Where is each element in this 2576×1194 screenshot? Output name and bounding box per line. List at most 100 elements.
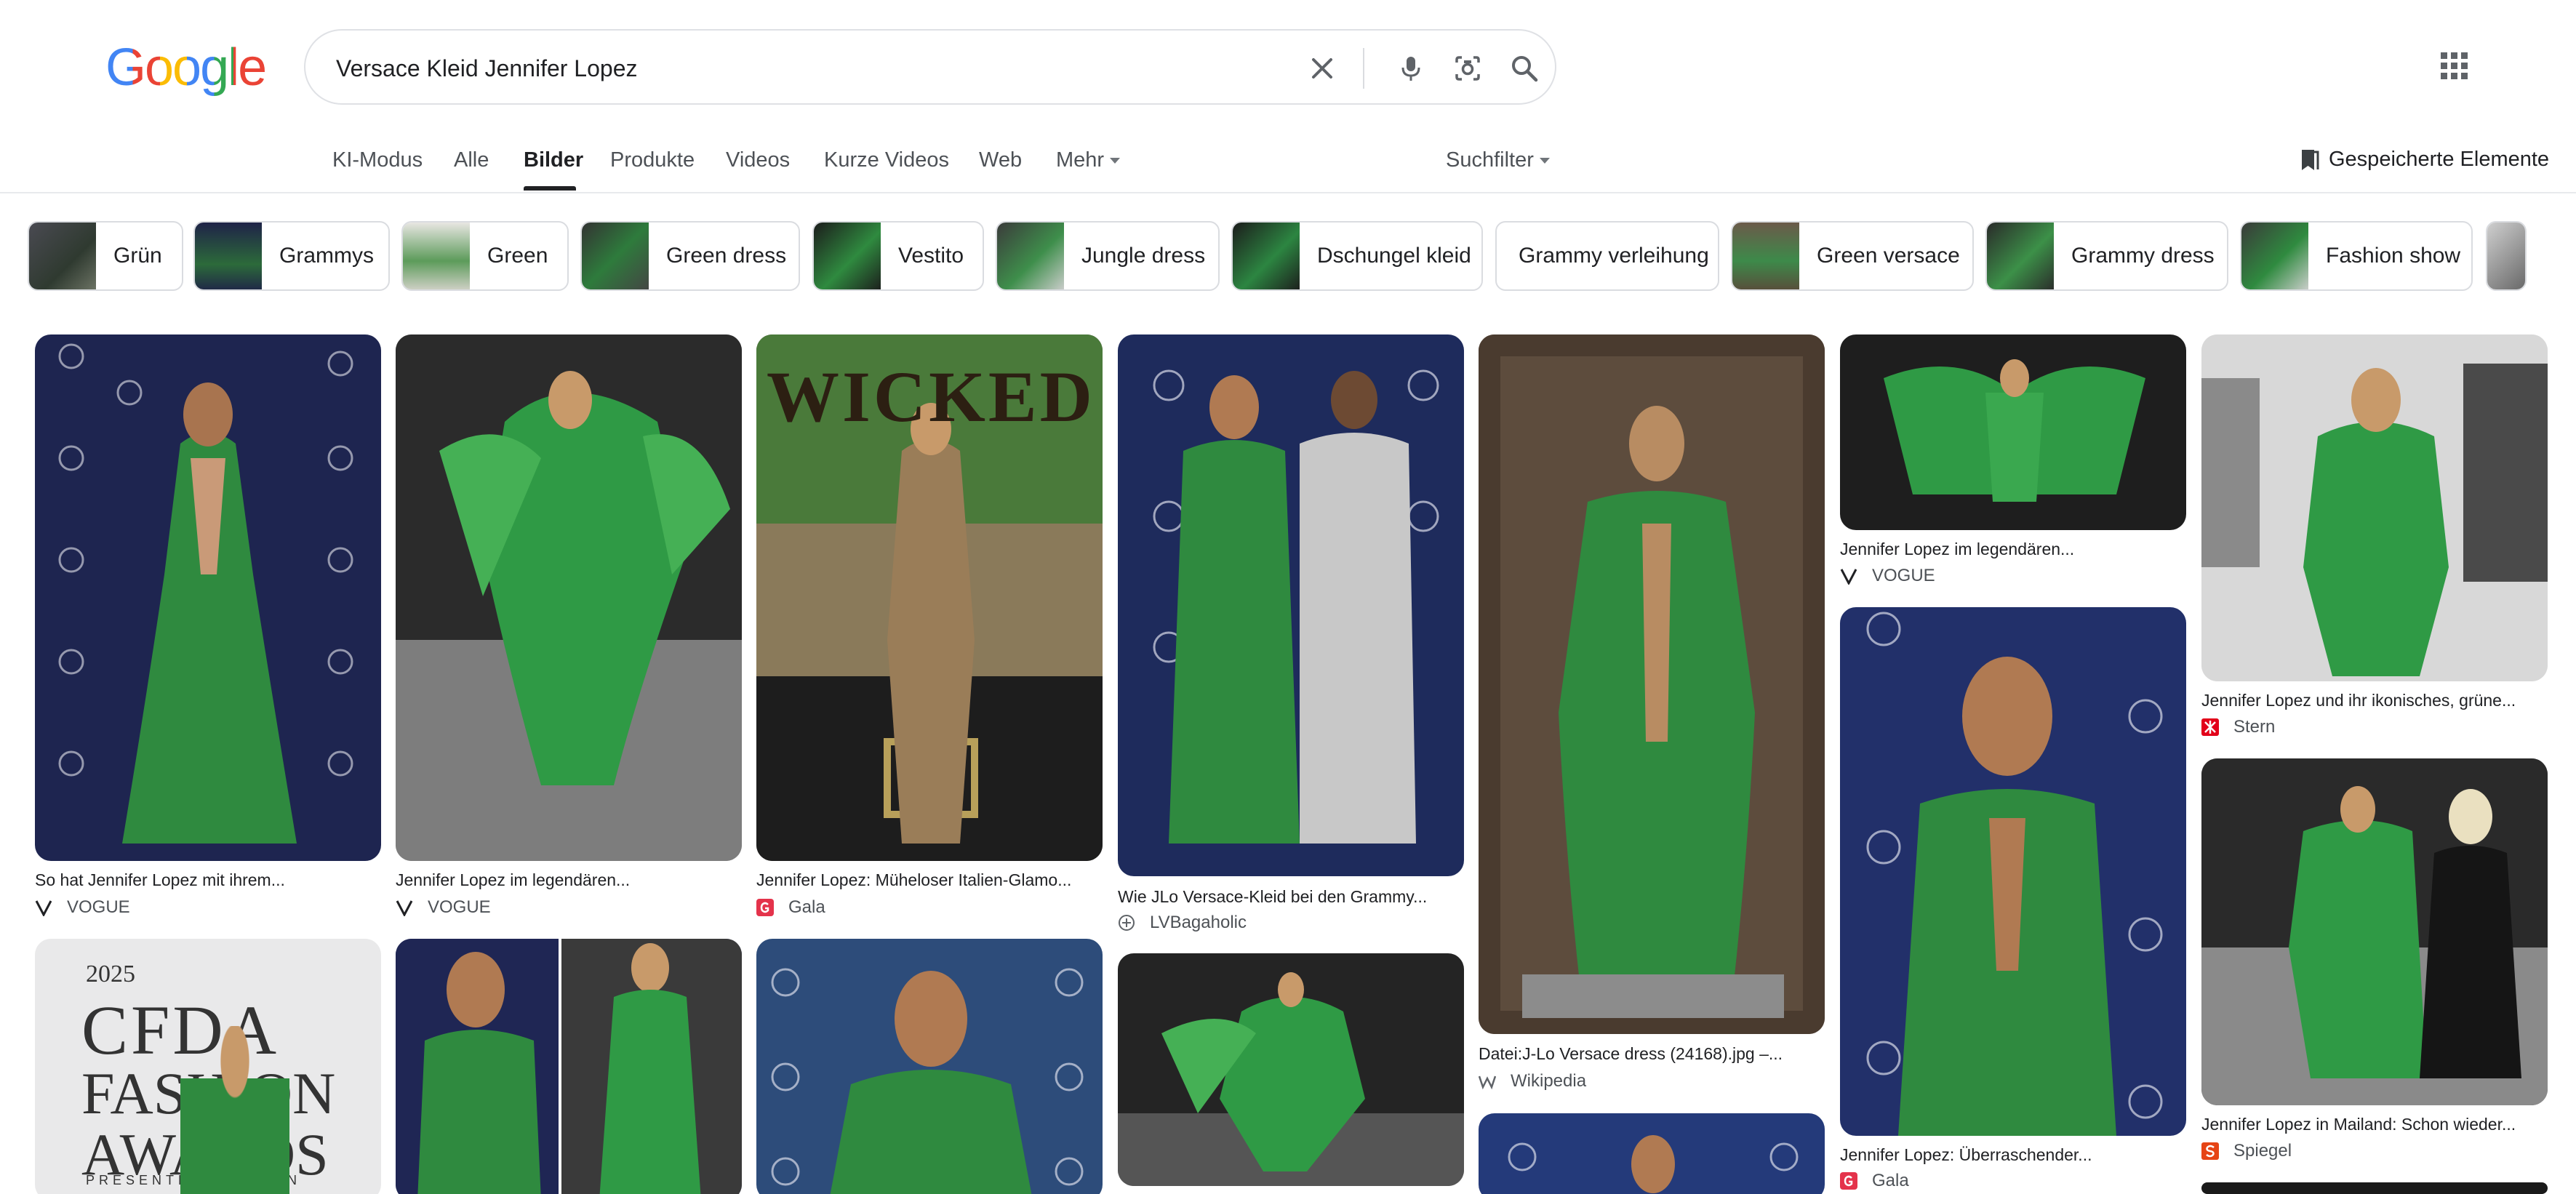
vogue-icon: [35, 899, 52, 916]
image-result[interactable]: [35, 334, 381, 861]
vogue-icon: [1840, 567, 1857, 585]
chip-label: Green dress: [666, 244, 787, 268]
chip-thumbnail: [582, 223, 649, 289]
tab-produkte[interactable]: Produkte: [610, 145, 695, 175]
chip-thumbnail: [2241, 223, 2308, 289]
search-icon[interactable]: [1510, 54, 1539, 83]
result-caption[interactable]: Datei:J-Lo Versace dress (24168).jpg –..…: [1479, 1043, 1783, 1065]
image-result[interactable]: [1118, 334, 1464, 876]
result-caption[interactable]: Jennifer Lopez: Überraschender...: [1840, 1144, 2092, 1166]
image-result[interactable]: [396, 939, 742, 1194]
result-image: [1479, 334, 1825, 1034]
result-source-label: VOGUE: [67, 897, 130, 917]
gala-icon: [756, 899, 774, 916]
google-logo[interactable]: Google: [105, 38, 267, 97]
chip-thumbnail: [2487, 223, 2525, 289]
tab-kurze-videos[interactable]: Kurze Videos: [824, 145, 949, 175]
result-image: [2201, 758, 2548, 1105]
image-result[interactable]: 2025 CFDA FASHION AWARDS PRESENTED FASHI…: [35, 939, 381, 1194]
result-caption[interactable]: Jennifer Lopez und ihr ikonisches, grüne…: [2201, 689, 2516, 711]
result-image: [396, 939, 742, 1194]
chip-thumbnail: [1233, 223, 1300, 289]
chip-label: Green versace: [1817, 244, 1960, 268]
result-source-label: VOGUE: [428, 897, 491, 917]
microphone-icon[interactable]: [1396, 54, 1425, 83]
wicked-sign: WICKED: [767, 356, 1095, 437]
tab-videos[interactable]: Videos: [726, 145, 790, 175]
chip-fashion-show[interactable]: Fashion show: [2240, 221, 2473, 291]
search-divider: [1363, 48, 1364, 89]
result-image: [58, 343, 353, 844]
result-caption[interactable]: Wie JLo Versace-Kleid bei den Grammy...: [1118, 886, 1427, 907]
result-image: [1118, 972, 1464, 1186]
chip-green-dress[interactable]: Green dress: [580, 221, 800, 291]
chip-label: Jungle dress: [1081, 244, 1206, 268]
result-source-label: VOGUE: [1872, 566, 1935, 585]
bookmark-icon: [2300, 148, 2320, 172]
chip-grammy-dress[interactable]: Grammy dress: [1985, 221, 2228, 291]
chevron-down-icon: [1539, 158, 1550, 164]
saved-items-link[interactable]: Gespeicherte Elemente: [2300, 144, 2549, 175]
chip-label: Grammy verleihung: [1519, 244, 1709, 268]
image-result[interactable]: [396, 334, 742, 861]
image-result[interactable]: [1479, 1113, 1825, 1194]
chip-thumbnail: [1732, 223, 1799, 289]
result-caption[interactable]: Jennifer Lopez im legendären...: [396, 869, 630, 891]
chip-grammys[interactable]: Grammys: [193, 221, 390, 291]
chip-label: Dschungel kleid: [1317, 244, 1471, 268]
image-result[interactable]: [1118, 953, 1464, 1186]
image-result[interactable]: [1479, 334, 1825, 1034]
tab-mehr[interactable]: Mehr: [1056, 145, 1121, 175]
result-image: [1884, 359, 2145, 502]
chip-thumbnail: [1987, 223, 2054, 289]
chip-label: Grün: [113, 244, 162, 268]
image-result[interactable]: [1840, 607, 2186, 1136]
result-caption[interactable]: Jennifer Lopez im legendären...: [1840, 538, 2074, 560]
stern-icon: [2201, 718, 2219, 736]
close-icon[interactable]: [1308, 54, 1337, 83]
chip-thumbnail: [814, 223, 881, 289]
result-caption[interactable]: Jennifer Lopez: Müheloser Italien-Glamo.…: [756, 869, 1071, 891]
chip-thumbnail: [403, 223, 470, 289]
tab-alle[interactable]: Alle: [454, 145, 489, 175]
image-result[interactable]: WICKED: [756, 334, 1103, 861]
image-result[interactable]: [2201, 758, 2548, 1105]
image-result[interactable]: [756, 939, 1103, 1194]
result-image: [1153, 369, 1439, 844]
search-filter-button[interactable]: Suchfilter: [1446, 145, 1550, 175]
result-caption[interactable]: Jennifer Lopez in Mailand: Schon wieder.…: [2201, 1113, 2516, 1135]
chip-green[interactable]: Green: [401, 221, 569, 291]
chip-label: Vestito: [898, 244, 964, 268]
result-image: [1508, 1135, 1799, 1193]
chip-jungle-dress[interactable]: Jungle dress: [996, 221, 1220, 291]
wikipedia-icon: [1479, 1073, 1496, 1090]
image-result[interactable]: [2201, 1182, 2548, 1194]
search-box[interactable]: Versace Kleid Jennifer Lopez: [304, 29, 1556, 105]
apps-grid-icon[interactable]: [2439, 51, 2470, 81]
chip-thumbnail: [195, 223, 262, 289]
result-image: [1866, 612, 2163, 1136]
chip-label: Grammys: [279, 244, 374, 268]
result-source-label: Spiegel: [2233, 1141, 2292, 1161]
logo-letter: Google: [105, 39, 267, 97]
image-result[interactable]: [2201, 334, 2548, 681]
image-result[interactable]: [1840, 334, 2186, 530]
chip-more[interactable]: [2486, 221, 2527, 291]
search-input[interactable]: Versace Kleid Jennifer Lopez: [336, 31, 637, 106]
chip-vestito[interactable]: Vestito: [812, 221, 984, 291]
gala-icon: [1840, 1172, 1857, 1190]
result-image: [396, 334, 742, 861]
chip-dschungel-kleid[interactable]: Dschungel kleid: [1231, 221, 1483, 291]
chip-label: Fashion show: [2326, 244, 2461, 268]
tab-ki-modus[interactable]: KI-Modus: [332, 145, 423, 175]
tab-bilder[interactable]: Bilder: [524, 145, 583, 175]
result-source-label: Wikipedia: [1511, 1071, 1587, 1091]
chip-gruen[interactable]: Grün: [28, 221, 183, 291]
chip-green-versace[interactable]: Green versace: [1731, 221, 1974, 291]
tab-web[interactable]: Web: [979, 145, 1022, 175]
spiegel-icon: [2201, 1142, 2219, 1160]
result-caption[interactable]: So hat Jennifer Lopez mit ihrem...: [35, 869, 285, 891]
result-image: [771, 968, 1084, 1194]
lens-icon[interactable]: [1453, 54, 1482, 83]
chip-grammy-verleihung[interactable]: Grammy verleihung: [1495, 221, 1719, 291]
